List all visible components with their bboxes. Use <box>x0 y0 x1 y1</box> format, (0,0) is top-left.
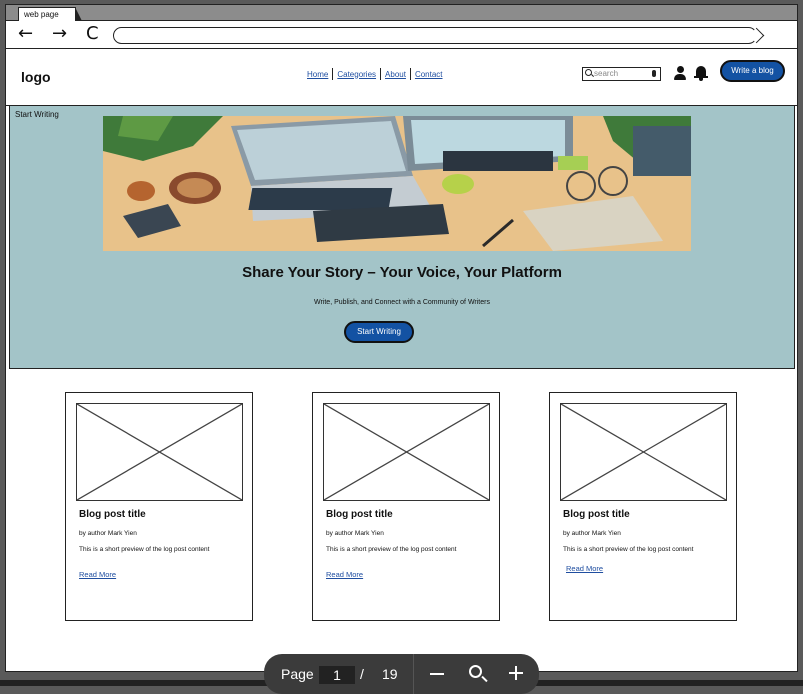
image-placeholder <box>560 403 727 501</box>
browser-toolbar: ← → C <box>6 21 797 49</box>
search-input[interactable]: search <box>582 67 661 81</box>
blog-card-preview: This is a short preview of the log post … <box>79 546 210 553</box>
hero-title: Share Your Story – Your Voice, Your Plat… <box>242 264 562 281</box>
zoom-icon[interactable] <box>469 665 482 678</box>
wireframe-page: web page ← → C logo Home Categories Abou… <box>5 4 798 672</box>
bell-icon[interactable] <box>694 65 708 81</box>
blog-card-title[interactable]: Blog post title <box>79 509 146 520</box>
search-placeholder: search <box>594 69 619 78</box>
page-total: 19 <box>382 666 398 682</box>
main-nav: Home Categories About Contact <box>303 68 447 80</box>
search-icon <box>585 69 592 76</box>
zoom-in-icon[interactable] <box>509 666 523 680</box>
page-label: Page <box>281 666 314 682</box>
read-more-link[interactable]: Read More <box>326 570 363 579</box>
nav-contact-link[interactable]: Contact <box>411 70 447 79</box>
start-writing-button[interactable]: Start Writing <box>344 321 414 343</box>
blog-card-title[interactable]: Blog post title <box>326 509 393 520</box>
reload-icon[interactable]: C <box>86 25 99 43</box>
page-separator: / <box>360 666 364 682</box>
user-icon[interactable] <box>674 65 686 81</box>
browser-tab-strip: web page <box>6 5 797 21</box>
blog-card[interactable]: Blog post title by author Mark Yien This… <box>312 392 500 621</box>
blog-card[interactable]: Blog post title by author Mark Yien This… <box>549 392 737 621</box>
blog-card-author: by author Mark Yien <box>326 530 384 537</box>
back-arrow-icon[interactable]: ← <box>18 25 33 43</box>
site-logo[interactable]: logo <box>21 69 51 85</box>
hero-section: Start Writing Share Your Story – Your Vo… <box>9 105 795 369</box>
pdf-toolbar: Page 1 / 19 <box>264 654 539 694</box>
image-placeholder <box>323 403 490 501</box>
blog-card-author: by author Mark Yien <box>563 530 621 537</box>
blog-card[interactable]: Blog post title by author Mark Yien This… <box>65 392 253 621</box>
viewer-frame: web page ← → C logo Home Categories Abou… <box>0 0 803 694</box>
write-blog-button[interactable]: Write a blog <box>720 60 785 82</box>
blog-card-preview: This is a short preview of the log post … <box>563 546 694 553</box>
forward-arrow-icon[interactable]: → <box>52 25 67 43</box>
image-placeholder <box>76 403 243 501</box>
address-bar[interactable] <box>113 27 757 44</box>
blog-card-author: by author Mark Yien <box>79 530 137 537</box>
nav-about-link[interactable]: About <box>381 70 410 79</box>
blog-card-title[interactable]: Blog post title <box>563 509 630 520</box>
site-header: logo Home Categories About Contact searc… <box>6 50 797 106</box>
hero-tag-label: Start Writing <box>15 110 59 119</box>
nav-home-link[interactable]: Home <box>303 70 332 79</box>
page-number-input[interactable]: 1 <box>319 666 355 684</box>
hero-desk-illustration <box>103 116 691 251</box>
microphone-icon[interactable] <box>652 70 656 77</box>
toolbar-divider <box>413 654 414 694</box>
zoom-out-icon[interactable] <box>430 673 444 675</box>
hero-subtitle: Write, Publish, and Connect with a Commu… <box>314 299 490 306</box>
nav-categories-link[interactable]: Categories <box>333 70 380 79</box>
blog-card-preview: This is a short preview of the log post … <box>326 546 457 553</box>
read-more-link[interactable]: Read More <box>566 564 603 573</box>
browser-tab[interactable]: web page <box>18 7 82 21</box>
read-more-link[interactable]: Read More <box>79 570 116 579</box>
